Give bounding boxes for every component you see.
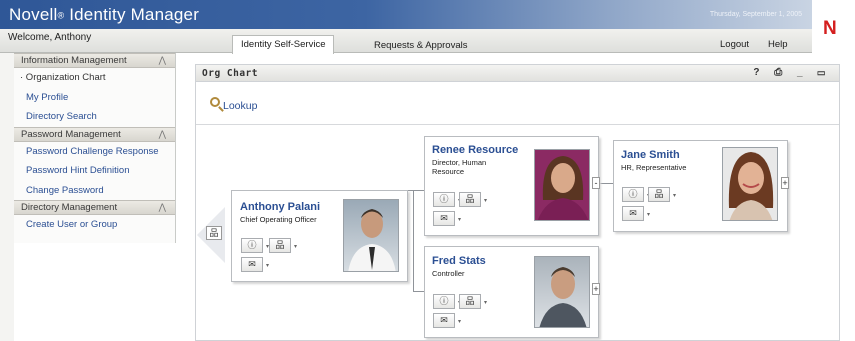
product-name: Identity Manager: [69, 5, 200, 24]
person-title: Director, Human Resource: [432, 158, 487, 176]
expand-expander[interactable]: +: [781, 177, 789, 189]
person-title: Chief Operating Officer: [240, 215, 317, 224]
org-chart-button[interactable]: 品: [459, 192, 487, 208]
registered-mark: ®: [57, 10, 65, 21]
lookup-label: Lookup: [223, 100, 258, 112]
info-button[interactable]: ⓘ: [241, 238, 269, 254]
portlet-titlebar: Org Chart ? ⎙ _ ▭: [196, 65, 839, 82]
connector-line: [413, 291, 424, 292]
info-button[interactable]: ⓘ: [433, 192, 461, 208]
collapse-icon[interactable]: ⋀: [159, 129, 166, 140]
section-information-management[interactable]: Information Management ⋀: [14, 53, 175, 68]
portlet-title: Org Chart: [202, 68, 258, 79]
left-gutter: [0, 53, 14, 341]
person-name[interactable]: Anthony Palani: [240, 201, 320, 213]
person-card-jane-smith: Jane Smith HR, Representative ⓘ 品 ✉: [613, 140, 788, 232]
section-directory-management[interactable]: Directory Management ⋀: [14, 200, 175, 215]
brand-name: Novell: [9, 5, 58, 24]
section-title: Password Management: [21, 128, 121, 140]
logout-link[interactable]: Logout: [720, 39, 749, 50]
connector-line: [413, 190, 424, 191]
portlet-window-controls[interactable]: ? ⎙ _ ▭: [753, 67, 831, 78]
collapse-icon[interactable]: ⋀: [159, 202, 166, 213]
email-button[interactable]: ✉: [622, 206, 650, 222]
person-photo: [534, 149, 590, 221]
info-button[interactable]: ⓘ: [622, 187, 650, 203]
section-title: Directory Management: [21, 202, 118, 213]
up-level-org-icon[interactable]: 品: [206, 226, 222, 240]
tab-identity-self-service[interactable]: Identity Self-Service: [232, 35, 335, 54]
welcome-text: Welcome, Anthony: [8, 32, 92, 43]
sidebar-item-password-hint-definition[interactable]: Password Hint Definition: [14, 161, 175, 181]
org-chart-button[interactable]: 品: [459, 294, 487, 310]
section-title: Information Management: [21, 55, 127, 66]
person-title: Controller: [432, 269, 465, 278]
person-photo: [534, 256, 590, 328]
org-chart-button[interactable]: 品: [269, 238, 297, 254]
sidebar-item-password-challenge-response[interactable]: Password Challenge Response: [14, 142, 175, 162]
welcome-bar: Welcome, Anthony Identity Self-Service R…: [0, 29, 812, 54]
person-photo: [343, 199, 399, 272]
person-name[interactable]: Fred Stats: [432, 255, 486, 267]
person-title: HR, Representative: [621, 163, 687, 172]
email-button[interactable]: ✉: [433, 313, 461, 329]
person-card-anthony-palani: Anthony Palani Chief Operating Officer ⓘ…: [231, 190, 408, 282]
header-date: Thursday, September 1, 2005: [709, 11, 802, 18]
email-button[interactable]: ✉: [433, 211, 461, 227]
person-photo: [722, 147, 778, 221]
sidebar-item-create-user-or-group[interactable]: Create User or Group: [14, 215, 175, 235]
collapse-expander[interactable]: -: [592, 177, 600, 189]
app-header: Novell® Identity Manager Thursday, Septe…: [0, 0, 812, 29]
connector-line: [599, 183, 613, 184]
sidebar-item-directory-search[interactable]: Directory Search: [14, 107, 175, 127]
sidebar: Information Management ⋀ · Organization …: [14, 53, 176, 243]
sidebar-item-change-password[interactable]: Change Password: [14, 181, 175, 201]
connector-line: [413, 190, 414, 292]
person-name[interactable]: Jane Smith: [621, 149, 680, 161]
person-card-fred-stats: Fred Stats Controller ⓘ 品 ✉: [424, 246, 599, 338]
expand-expander[interactable]: +: [592, 283, 600, 295]
app-title: Novell® Identity Manager: [9, 5, 199, 25]
divider: [196, 124, 839, 125]
person-card-renee-resource: Renee Resource Director, Human Resource …: [424, 136, 599, 236]
sidebar-item-organization-chart[interactable]: · Organization Chart: [14, 68, 175, 88]
magnifier-icon: [210, 97, 220, 107]
help-link[interactable]: Help: [768, 39, 788, 50]
sidebar-item-my-profile[interactable]: My Profile: [14, 88, 175, 108]
tab-requests-approvals[interactable]: Requests & Approvals: [366, 38, 475, 53]
collapse-icon[interactable]: ⋀: [159, 55, 166, 66]
org-chart-button[interactable]: 品: [648, 187, 676, 203]
section-password-management[interactable]: Password Management ⋀: [14, 126, 175, 142]
email-button[interactable]: ✉: [241, 257, 269, 273]
lookup-link[interactable]: Lookup: [210, 97, 258, 112]
info-button[interactable]: ⓘ: [433, 294, 461, 310]
novell-logo: N: [823, 18, 837, 39]
person-name[interactable]: Renee Resource: [432, 144, 518, 156]
